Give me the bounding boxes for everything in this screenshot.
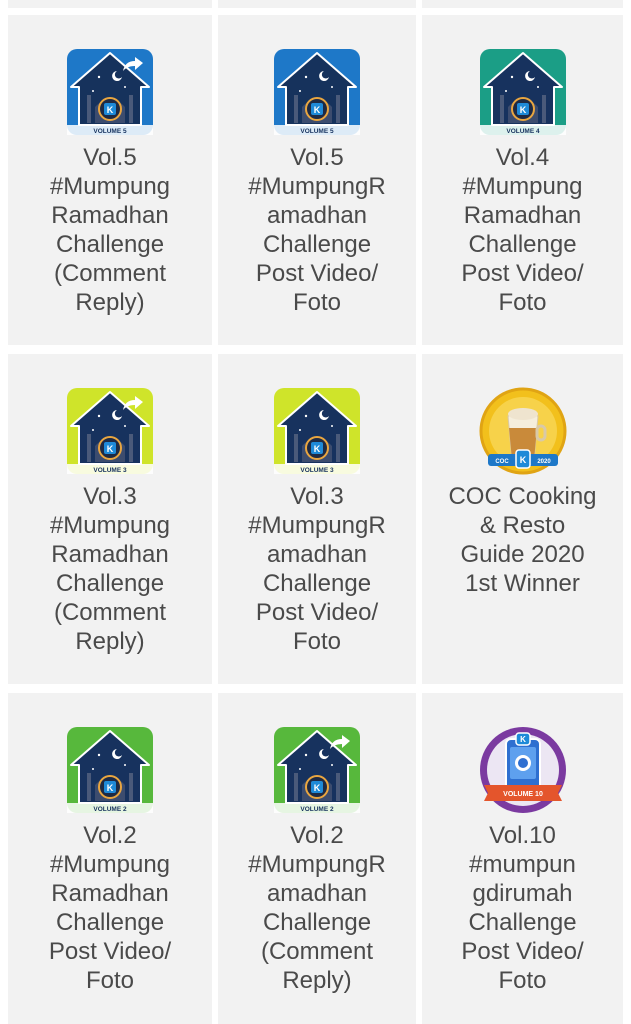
- badge-card[interactable]: K VOLUME 2 Vol.2 #Mumpung Ramadhan Challen…: [8, 693, 212, 1024]
- badge-title: Vol.3 #Mumpung Ramadhan Challenge (Comme…: [49, 483, 171, 655]
- badge-card[interactable]: K VOLUME 3 Vol.3 #MumpungR amadhan Challen…: [218, 354, 416, 684]
- badge-title: Vol.3 #MumpungR amadhan Challenge Post V…: [248, 483, 386, 655]
- coc-trophy-icon: K COC 2020: [478, 386, 568, 476]
- svg-text:VOLUME 3: VOLUME 3: [93, 467, 127, 474]
- svg-text:K: K: [520, 735, 526, 744]
- svg-text:VOLUME 2: VOLUME 2: [93, 806, 127, 813]
- house-badge-icon: K VOLUME 5: [272, 47, 362, 137]
- badge-card[interactable]: K VOLUME 2 Vol.2 #MumpungR amadhan Challen…: [218, 693, 416, 1024]
- house-badge-icon: K VOLUME 5: [65, 47, 155, 137]
- badge-card[interactable]: K VOLUME 5 Vol.5 #Mumpung Ramadhan Challen…: [8, 15, 212, 345]
- badge-card[interactable]: K COC 2020 COC Cooking & Resto Guide 2020 1…: [422, 354, 623, 684]
- badge-card[interactable]: K VOLUME 5 Vol.5 #MumpungR amadhan Challen…: [218, 15, 416, 345]
- svg-text:K: K: [107, 444, 114, 454]
- badge-card[interactable]: K VOLUME 3 Vol.3 #Mumpung Ramadhan Challen…: [8, 354, 212, 684]
- svg-text:K: K: [107, 105, 114, 115]
- badge-card[interactable]: K VOLUME 10 Vol.10 #mumpun gdirumah Challe…: [422, 693, 623, 1024]
- house-badge-icon: K VOLUME 3: [65, 386, 155, 476]
- svg-text:VOLUME 4: VOLUME 4: [506, 128, 540, 135]
- badge-title: Vol.2 #MumpungR amadhan Challenge (Comme…: [248, 822, 386, 994]
- house-badge-icon: K VOLUME 3: [272, 386, 362, 476]
- svg-text:K: K: [314, 105, 321, 115]
- svg-text:VOLUME 2: VOLUME 2: [300, 806, 334, 813]
- svg-text:K: K: [107, 783, 114, 793]
- badge-title: Vol.10 #mumpun gdirumah Challenge Post V…: [461, 822, 584, 994]
- svg-text:VOLUME 10: VOLUME 10: [503, 791, 543, 798]
- svg-text:K: K: [519, 455, 526, 465]
- house-badge-icon: K VOLUME 4: [478, 47, 568, 137]
- badge-title: Vol.2 #Mumpung Ramadhan Challenge Post V…: [48, 822, 172, 994]
- svg-text:VOLUME 5: VOLUME 5: [93, 128, 127, 135]
- previous-row-card-edge: [8, 0, 212, 8]
- house-badge-icon: K VOLUME 2: [65, 725, 155, 815]
- badge-grid: K VOLUME 5 Vol.5 #Mumpung Ramadhan Challen…: [0, 0, 631, 1024]
- previous-row-card-edge: [422, 0, 623, 8]
- svg-text:VOLUME 5: VOLUME 5: [300, 128, 334, 135]
- previous-row-card-edge: [218, 0, 416, 8]
- badge-title: Vol.5 #Mumpung Ramadhan Challenge (Comme…: [49, 144, 171, 316]
- badge-title: Vol.4 #Mumpung Ramadhan Challenge Post V…: [461, 144, 584, 316]
- badge-title: COC Cooking & Resto Guide 2020 1st Winne…: [448, 483, 597, 597]
- svg-text:K: K: [314, 444, 321, 454]
- house-badge-icon: K VOLUME 2: [272, 725, 362, 815]
- svg-text:K: K: [314, 783, 321, 793]
- badge-title: Vol.5 #MumpungR amadhan Challenge Post V…: [248, 144, 386, 316]
- svg-text:COC: COC: [495, 459, 509, 465]
- camera-badge-icon: K VOLUME 10: [478, 725, 568, 815]
- svg-text:2020: 2020: [537, 459, 551, 465]
- svg-text:K: K: [519, 105, 526, 115]
- svg-text:VOLUME 3: VOLUME 3: [300, 467, 334, 474]
- badge-card[interactable]: K VOLUME 4 Vol.4 #Mumpung Ramadhan Challen…: [422, 15, 623, 345]
